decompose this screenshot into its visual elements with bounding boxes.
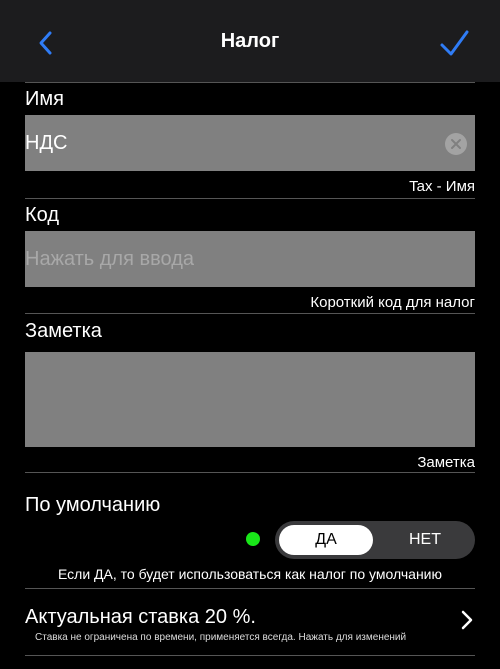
divider (25, 588, 475, 589)
divider (25, 472, 475, 473)
clear-icon (451, 139, 461, 149)
segment-yes[interactable]: ДА (279, 525, 373, 555)
code-label: Код (25, 204, 60, 226)
note-textarea[interactable] (25, 352, 475, 447)
done-button[interactable] (434, 24, 474, 64)
divider (25, 313, 475, 314)
default-label: По умолчанию (25, 494, 161, 516)
divider (25, 655, 475, 656)
note-hint: Заметка (417, 454, 475, 471)
name-label: Имя (25, 88, 64, 110)
navigation-bar: Налог (0, 0, 500, 82)
note-field-container (25, 352, 475, 447)
code-input[interactable] (25, 231, 475, 287)
page-title: Налог (220, 30, 280, 52)
segment-no[interactable]: НЕТ (375, 521, 475, 559)
divider (25, 198, 475, 199)
divider (25, 82, 475, 83)
default-hint: Если ДА, то будет использоваться как нал… (57, 566, 442, 582)
name-hint: Tax - Имя (409, 178, 475, 195)
code-hint: Короткий код для налог (310, 294, 475, 311)
rate-subtitle: Ставка не ограничена по времени, применя… (35, 632, 407, 643)
rate-title: Актуальная ставка 20 %. (25, 606, 256, 628)
current-rate-row[interactable]: Актуальная ставка 20 %. Ставка не ограни… (25, 596, 475, 652)
status-dot (246, 532, 260, 546)
name-field-container (25, 115, 475, 171)
clear-button[interactable] (445, 133, 467, 155)
checkmark-icon (440, 30, 469, 56)
note-label: Заметка (25, 320, 102, 342)
default-segmented-control: ДА НЕТ (275, 521, 475, 559)
chevron-right-icon (461, 610, 473, 630)
code-field-container (25, 231, 475, 287)
name-input[interactable] (25, 115, 475, 171)
